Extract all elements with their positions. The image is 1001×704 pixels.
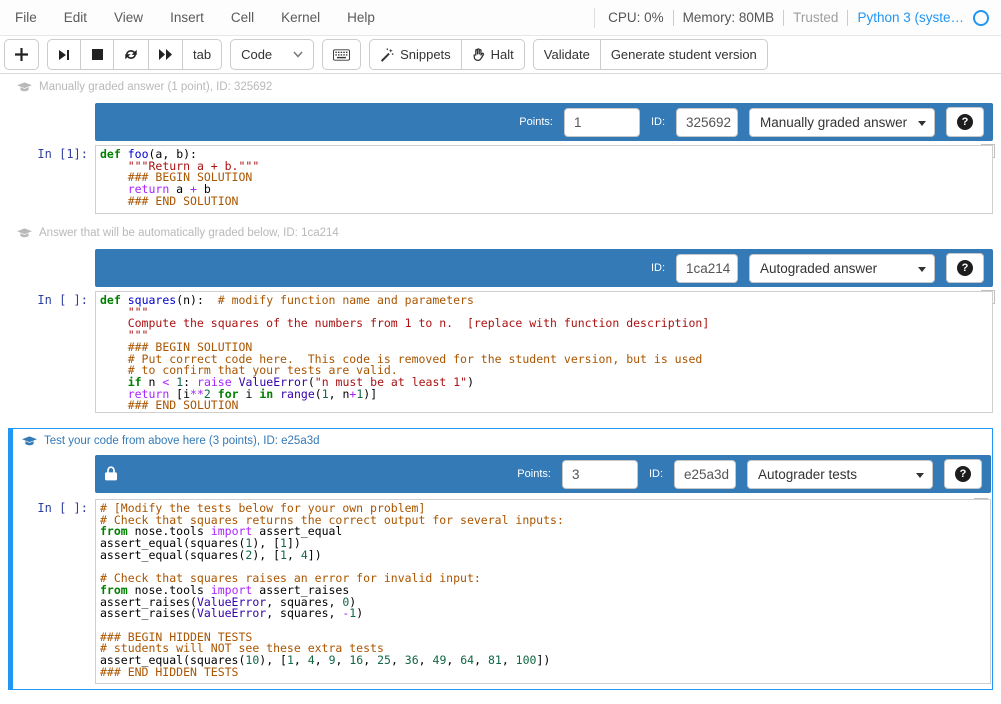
cell2-help-button[interactable]: ? <box>946 253 984 283</box>
status-divider <box>673 10 674 26</box>
hand-icon <box>472 48 485 62</box>
cell1-nbgrader-header: Manually graded answer (1 point), ID: 32… <box>17 81 272 93</box>
menu-insert[interactable]: Insert <box>170 10 204 25</box>
validate-button[interactable]: Validate <box>533 39 601 70</box>
cell1-grade-type-value: Manually graded answer <box>760 115 907 130</box>
generate-student-version-button[interactable]: Generate student version <box>600 39 768 70</box>
cell1-header-text: Manually graded answer (1 point), ID: 32… <box>39 81 272 93</box>
cell1-id-input[interactable] <box>676 108 738 137</box>
cell2-header-text: Answer that will be automatically graded… <box>39 227 339 239</box>
cell3-header-text: Test your code from above here (3 points… <box>44 435 320 447</box>
chevron-down-icon <box>293 51 303 58</box>
points-label: Points: <box>519 116 553 128</box>
id-label: ID: <box>651 116 665 128</box>
tab-button[interactable]: tab <box>182 39 222 70</box>
menu-cell[interactable]: Cell <box>231 10 254 25</box>
halt-button[interactable]: Halt <box>461 39 525 70</box>
kernel-name[interactable]: Python 3 (syste… <box>857 10 964 25</box>
tab-button-label: tab <box>193 47 211 62</box>
run-cell-button[interactable] <box>47 39 81 70</box>
graduation-cap-icon <box>17 228 32 239</box>
cpu-status: CPU: 0% <box>608 10 664 25</box>
caret-down-icon <box>918 267 926 272</box>
status-divider <box>594 8 595 28</box>
question-circle-icon: ? <box>957 260 973 276</box>
cell3-gradebar: Points: ID: Autograder tests ? <box>95 455 991 493</box>
menu-help[interactable]: Help <box>347 10 375 25</box>
cell-type-label: Code <box>241 47 272 62</box>
restart-kernel-button[interactable] <box>113 39 149 70</box>
cell1-grade-type-select[interactable]: Manually graded answer <box>749 108 935 137</box>
cell2-input-prompt: In [ ]: <box>0 293 88 307</box>
cell3-id-input[interactable] <box>674 460 736 489</box>
add-cell-button[interactable] <box>4 39 39 70</box>
caret-down-icon <box>916 473 924 478</box>
fast-forward-icon <box>159 49 172 60</box>
menu-file[interactable]: File <box>15 10 37 25</box>
cell2-code-editor[interactable]: def squares(n): # modify function name a… <box>95 291 993 413</box>
id-label: ID: <box>651 262 665 274</box>
menu-bar: File Edit View Insert Cell Kernel Help C… <box>0 0 1001 36</box>
keyboard-icon <box>333 49 350 61</box>
cell3-input-prompt: In [ ]: <box>13 501 88 515</box>
halt-label: Halt <box>491 47 514 62</box>
cell1-code-editor[interactable]: def foo(a, b): """Return a + b.""" ### B… <box>95 145 993 214</box>
cell3-nbgrader-header: Test your code from above here (3 points… <box>22 435 320 447</box>
validate-label: Validate <box>544 47 590 62</box>
run-all-button[interactable] <box>148 39 183 70</box>
snippets-label: Snippets <box>400 47 451 62</box>
menu-edit[interactable]: Edit <box>64 10 87 25</box>
trusted-badge: Trusted <box>793 10 838 25</box>
cell3-grade-type-value: Autograder tests <box>758 467 857 482</box>
step-forward-icon <box>58 49 70 61</box>
cell1-points-input[interactable] <box>564 108 640 137</box>
menu-list: File Edit View Insert Cell Kernel Help <box>0 10 594 25</box>
cell2-gradebar: ID: Autograded answer ? <box>95 249 993 287</box>
caret-down-icon <box>918 121 926 126</box>
magic-wand-icon <box>380 48 394 62</box>
cell1-gradebar: Points: ID: Manually graded answer ? <box>95 103 993 141</box>
cell1-input-prompt: In [1]: <box>0 147 88 161</box>
kernel-status-icon[interactable] <box>973 10 989 26</box>
status-bar: CPU: 0% Memory: 80MB Trusted Python 3 (s… <box>594 8 1001 28</box>
question-circle-icon: ? <box>955 466 971 482</box>
menu-kernel[interactable]: Kernel <box>281 10 320 25</box>
keyboard-button[interactable] <box>322 39 361 70</box>
question-circle-icon: ? <box>957 114 973 130</box>
lock-icon <box>105 466 117 481</box>
stop-icon <box>92 49 103 60</box>
interrupt-kernel-button[interactable] <box>80 39 114 70</box>
id-label: ID: <box>649 468 663 480</box>
cell3-grade-type-select[interactable]: Autograder tests <box>747 460 933 489</box>
graduation-cap-icon <box>22 436 37 447</box>
cell2-nbgrader-header: Answer that will be automatically graded… <box>17 227 339 239</box>
menu-view[interactable]: View <box>114 10 143 25</box>
graduation-cap-icon <box>17 82 32 93</box>
cell3-help-button[interactable]: ? <box>944 459 982 489</box>
cell1-help-button[interactable]: ? <box>946 107 984 137</box>
notebook-page: File Edit View Insert Cell Kernel Help C… <box>0 0 1001 704</box>
refresh-icon <box>124 48 138 61</box>
cell2-grade-type-select[interactable]: Autograded answer <box>749 254 935 283</box>
cell-type-dropdown[interactable]: Code <box>230 39 314 70</box>
cell3-selected-container[interactable]: Test your code from above here (3 points… <box>8 428 993 690</box>
cell2-grade-type-value: Autograded answer <box>760 261 877 276</box>
memory-status[interactable]: Memory: 80MB <box>683 10 775 25</box>
snippets-button[interactable]: Snippets <box>369 39 462 70</box>
generate-label: Generate student version <box>611 47 757 62</box>
notebook-toolbar: tab Code <box>0 36 1001 74</box>
cell2-id-input[interactable] <box>676 254 738 283</box>
cell3-points-input[interactable] <box>562 460 638 489</box>
status-divider <box>847 10 848 26</box>
plus-icon <box>15 48 28 61</box>
cell3-code-editor[interactable]: # [Modify the tests below for your own p… <box>95 499 991 684</box>
points-label: Points: <box>517 468 551 480</box>
status-divider <box>783 10 784 26</box>
